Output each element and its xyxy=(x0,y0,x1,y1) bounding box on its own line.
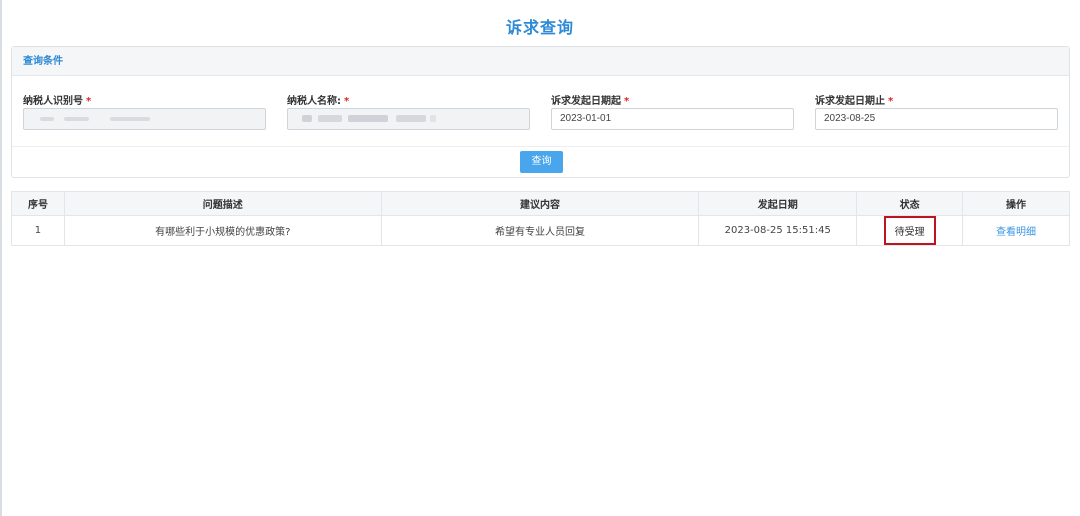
end-date-label-text: 诉求发起日期止 xyxy=(815,96,885,107)
column-header-action: 操作 xyxy=(962,191,1070,216)
required-mark: * xyxy=(86,96,92,107)
column-header-status: 状态 xyxy=(856,191,964,216)
status-badge: 待受理 xyxy=(883,216,936,245)
table-row: 1 有哪些利于小规模的优惠政策? 希望有专业人员回复 2023-08-25 15… xyxy=(11,215,1070,246)
required-mark: * xyxy=(344,96,350,107)
panel-header: 查询条件 xyxy=(12,47,1069,76)
redacted-text xyxy=(302,115,312,122)
results-table: 序号 问题描述 建议内容 发起日期 状态 操作 1 有哪些利于小规模的优惠政策?… xyxy=(11,191,1070,246)
required-mark: * xyxy=(888,96,894,107)
taxpayer-name-label-text: 纳税人名称: xyxy=(287,96,341,107)
taxpayer-id-label: 纳税人识别号 * xyxy=(23,92,91,107)
redacted-text xyxy=(430,115,436,122)
column-header-index: 序号 xyxy=(11,191,65,216)
taxpayer-name-label: 纳税人名称: * xyxy=(287,92,349,107)
start-date-input[interactable]: 2023-01-01 xyxy=(551,108,794,130)
column-header-question: 问题描述 xyxy=(63,191,382,216)
redacted-text xyxy=(396,115,426,122)
cell-suggestion: 希望有专业人员回复 xyxy=(380,215,700,246)
redacted-text xyxy=(110,117,150,121)
query-panel: 查询条件 纳税人识别号 * 纳税人名称: * 诉求发起日期起 * 2023-01-01… xyxy=(11,46,1070,178)
start-date-label-text: 诉求发起日期起 xyxy=(551,96,621,107)
cell-action: 查看明细 xyxy=(962,215,1070,246)
column-header-suggestion: 建议内容 xyxy=(380,191,700,216)
end-date-label: 诉求发起日期止 * xyxy=(815,92,893,107)
start-date-label: 诉求发起日期起 * xyxy=(551,92,629,107)
page-title: 诉求查询 xyxy=(505,18,574,37)
cell-index: 1 xyxy=(11,215,65,246)
panel-divider xyxy=(12,146,1069,147)
taxpayer-name-input[interactable] xyxy=(287,108,530,130)
view-details-link[interactable]: 查看明细 xyxy=(996,227,1036,238)
query-button[interactable]: 查询 xyxy=(520,151,563,173)
required-mark: * xyxy=(624,96,630,107)
column-header-date: 发起日期 xyxy=(698,191,858,216)
redacted-text xyxy=(318,115,342,122)
taxpayer-id-label-text: 纳税人识别号 xyxy=(23,96,83,107)
window-left-edge xyxy=(0,0,2,516)
redacted-text xyxy=(348,115,388,122)
redacted-text xyxy=(40,117,54,121)
cell-status: 待受理 xyxy=(856,215,964,246)
cell-date: 2023-08-25 15:51:45 xyxy=(698,215,858,246)
table-header-row: 序号 问题描述 建议内容 发起日期 状态 操作 xyxy=(11,191,1070,216)
taxpayer-id-input[interactable] xyxy=(23,108,266,130)
cell-question: 有哪些利于小规模的优惠政策? xyxy=(63,215,382,246)
redacted-text xyxy=(64,117,89,121)
end-date-input[interactable]: 2023-08-25 xyxy=(815,108,1058,130)
